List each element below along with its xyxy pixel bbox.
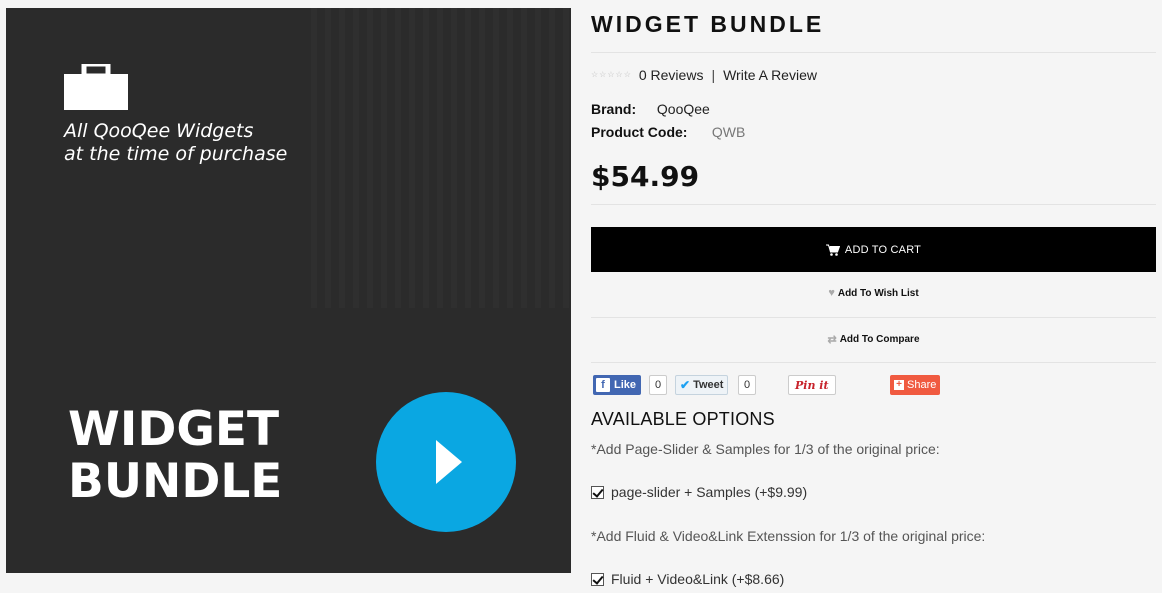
- product-image[interactable]: All QooQee Widgets at the time of purcha…: [6, 8, 571, 573]
- tweet-button[interactable]: ✔ Tweet: [675, 375, 729, 395]
- social-share-row: f Like 0 ✔ Tweet 0 Pin it + Share: [591, 375, 1156, 395]
- cart-icon: [825, 244, 840, 256]
- available-options-title: AVAILABLE OPTIONS: [591, 409, 775, 429]
- brand-label: Brand:: [591, 101, 637, 117]
- image-title-line-2: BUNDLE: [68, 454, 283, 509]
- brand-row: Brand: QooQee: [591, 101, 710, 117]
- add-to-cart-label: ADD TO CART: [844, 243, 922, 256]
- add-to-wish-list-button[interactable]: ♥ Add To Wish List: [591, 287, 1156, 299]
- brand-value[interactable]: QooQee: [657, 101, 710, 117]
- option-fluid-video-checkbox[interactable]: [591, 572, 604, 586]
- image-title-line-1: WIDGET: [68, 402, 280, 457]
- heart-icon: ♥: [828, 287, 835, 299]
- briefcase-icon: [64, 64, 128, 110]
- product-code-value: QWB: [711, 124, 746, 140]
- star-icon: ☆: [599, 70, 607, 79]
- play-video-button[interactable]: [376, 392, 516, 532]
- option-fluid-video-label: Fluid + Video&Link (+$8.66): [611, 571, 785, 587]
- share-button[interactable]: + Share: [890, 375, 941, 395]
- star-icon: ☆: [591, 70, 599, 79]
- star-icon: ☆: [607, 70, 615, 79]
- tagline-line-2: at the time of purchase: [64, 143, 288, 165]
- tweet-label: Tweet: [693, 379, 724, 391]
- star-icon: ☆: [623, 70, 631, 79]
- divider: [591, 362, 1156, 363]
- play-icon: [436, 440, 462, 484]
- option-note-2: *Add Fluid & Video&Link Extenssion for 1…: [591, 528, 986, 544]
- compare-icon: ⇄: [827, 334, 837, 346]
- option-note-1: *Add Page-Slider & Samples for 1/3 of th…: [591, 441, 940, 457]
- plus-icon: +: [894, 380, 904, 390]
- product-code-row: Product Code: QWB: [591, 124, 745, 140]
- product-title: WIDGET BUNDLE: [591, 11, 825, 37]
- option-page-slider-checkbox[interactable]: [591, 485, 604, 499]
- like-count: 0: [649, 375, 668, 395]
- image-tagline: All QooQee Widgets at the time of purcha…: [64, 120, 287, 166]
- rating-stars: ☆ ☆ ☆ ☆ ☆: [591, 70, 631, 80]
- wish-list-label: Add To Wish List: [837, 287, 919, 299]
- pinterest-pin-button[interactable]: Pin it: [788, 375, 836, 395]
- star-icon: ☆: [615, 70, 623, 79]
- tweet-count: 0: [738, 375, 757, 395]
- option-page-slider[interactable]: page-slider + Samples (+$9.99): [591, 484, 807, 500]
- facebook-like-button[interactable]: f Like: [593, 375, 642, 395]
- divider: [591, 204, 1156, 205]
- share-label: Share: [907, 379, 937, 391]
- image-bundle-title: WIDGET BUNDLE: [68, 404, 282, 508]
- reviews-separator: |: [711, 67, 716, 83]
- divider: [591, 317, 1156, 318]
- product-code-label: Product Code:: [591, 124, 688, 140]
- compare-label: Add To Compare: [839, 334, 920, 345]
- like-label: Like: [614, 379, 637, 391]
- option-fluid-video[interactable]: Fluid + Video&Link (+$8.66): [591, 571, 784, 587]
- add-to-cart-button[interactable]: ADD TO CART: [591, 227, 1156, 272]
- divider: [591, 52, 1156, 53]
- image-background-pattern: [311, 8, 571, 308]
- reviews-row: ☆ ☆ ☆ ☆ ☆ 0 Reviews | Write A Review: [591, 67, 817, 83]
- tagline-line-1: All QooQee Widgets: [64, 120, 254, 142]
- write-review-link[interactable]: Write A Review: [723, 67, 817, 83]
- reviews-link[interactable]: 0 Reviews: [639, 67, 704, 83]
- facebook-icon: f: [596, 378, 610, 392]
- twitter-bird-icon: ✔: [680, 378, 691, 392]
- add-to-compare-button[interactable]: ⇄ Add To Compare: [591, 333, 1156, 346]
- pin-label: Pin it: [795, 378, 829, 392]
- option-page-slider-label: page-slider + Samples (+$9.99): [611, 484, 808, 500]
- product-price: $54.99: [591, 160, 700, 193]
